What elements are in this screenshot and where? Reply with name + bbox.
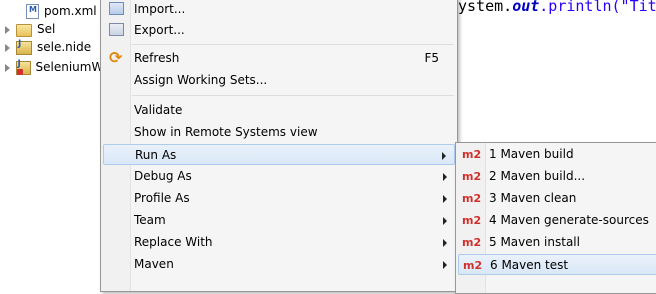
tree-item-pom-xml[interactable]: pom.xml	[0, 2, 110, 20]
menu-item-assign-working-sets[interactable]: Assign Working Sets...	[103, 70, 455, 91]
project-error-icon	[15, 59, 31, 75]
menu-item-label: Team	[134, 213, 166, 227]
code-keyword: out	[512, 0, 540, 15]
submenu-item-label: 3 Maven clean	[489, 191, 577, 205]
submenu-item-maven-test[interactable]: m2 6 Maven test	[458, 254, 656, 275]
menu-separator	[132, 44, 454, 45]
submenu-arrow-icon	[443, 239, 447, 247]
menu-item-import[interactable]: Import...	[103, 0, 455, 20]
tree-item-label: pom.xml	[44, 4, 97, 18]
menu-item-label: Validate	[134, 103, 183, 117]
editor-code-line[interactable]: ystem.out.println("Tit	[458, 0, 656, 19]
tree-item-label: Sel	[37, 22, 56, 36]
tree-item-seleniumwe[interactable]: SeleniumWe	[0, 58, 110, 76]
submenu-arrow-icon	[443, 173, 447, 181]
maven-m2-icon: m2	[462, 236, 482, 249]
submenu-arrow-icon	[443, 261, 447, 269]
menu-item-show-in-remote-systems[interactable]: Show in Remote Systems view	[103, 122, 455, 143]
menu-item-label: Import...	[134, 2, 186, 16]
menu-shortcut: F5	[424, 51, 439, 65]
project-explorer: pom.xml Sel sele.nide SeleniumWe	[0, 0, 110, 283]
menu-item-label: Assign Working Sets...	[134, 73, 268, 87]
menu-item-label: Debug As	[134, 169, 192, 183]
submenu-arrow-icon	[443, 217, 447, 225]
menu-item-label: Show in Remote Systems view	[134, 125, 318, 139]
menu-item-label: Replace With	[134, 235, 213, 249]
menu-item-label: Maven	[134, 257, 174, 271]
maven-m2-icon: m2	[462, 214, 482, 227]
submenu-item-maven-build-dialog[interactable]: m2 2 Maven build...	[458, 166, 656, 187]
menu-item-validate[interactable]: Validate	[103, 100, 455, 121]
maven-pom-file-icon	[26, 3, 39, 19]
menu-item-replace-with[interactable]: Replace With	[103, 232, 455, 253]
menu-item-profile-as[interactable]: Profile As	[103, 188, 455, 209]
tree-item-label: sele.nide	[37, 40, 92, 54]
export-icon	[109, 23, 124, 36]
menu-item-run-as[interactable]: Run As	[103, 144, 455, 165]
submenu-item-maven-install[interactable]: m2 5 Maven install	[458, 232, 656, 253]
submenu-item-maven-generate-sources[interactable]: m2 4 Maven generate-sources	[458, 210, 656, 231]
refresh-icon	[109, 48, 125, 67]
maven-m2-icon: m2	[462, 148, 482, 161]
expand-arrow-icon[interactable]	[4, 63, 11, 72]
expand-arrow-icon[interactable]	[4, 43, 11, 52]
submenu-item-label: 6 Maven test	[490, 258, 569, 272]
tree-item-label: SeleniumWe	[35, 60, 111, 74]
import-icon	[109, 2, 124, 15]
tree-item-sele-nide[interactable]: sele.nide	[0, 38, 110, 56]
code-text: .println("Tit	[539, 0, 656, 15]
run-as-submenu: m2 1 Maven build m2 2 Maven build... m2 …	[455, 142, 656, 294]
folder-icon	[16, 23, 32, 37]
menu-item-debug-as[interactable]: Debug As	[103, 166, 455, 187]
menu-item-label: Profile As	[134, 191, 190, 205]
menu-item-label: Run As	[135, 148, 177, 162]
submenu-arrow-icon	[442, 152, 446, 160]
menu-item-label: Refresh	[134, 51, 180, 65]
expand-arrow-icon[interactable]	[4, 25, 11, 34]
submenu-item-maven-build[interactable]: m2 1 Maven build	[458, 144, 656, 165]
submenu-item-maven-clean[interactable]: m2 3 Maven clean	[458, 188, 656, 209]
submenu-item-label: 1 Maven build	[489, 147, 574, 161]
project-icon	[16, 39, 32, 55]
context-menu: Import... Export... Refresh F5 Assign Wo…	[100, 0, 458, 292]
submenu-item-label: 2 Maven build...	[489, 169, 586, 183]
menu-item-export[interactable]: Export...	[103, 20, 455, 41]
maven-m2-icon: m2	[463, 259, 483, 272]
menu-item-refresh[interactable]: Refresh F5	[103, 48, 455, 69]
submenu-item-label: 4 Maven generate-sources	[489, 213, 649, 227]
menu-item-label: Export...	[134, 23, 185, 37]
menu-separator	[132, 95, 454, 96]
menu-item-team[interactable]: Team	[103, 210, 455, 231]
code-text: ystem.	[458, 0, 513, 15]
maven-m2-icon: m2	[462, 192, 482, 205]
submenu-arrow-icon	[443, 195, 447, 203]
maven-m2-icon: m2	[462, 170, 482, 183]
tree-item-sel[interactable]: Sel	[0, 20, 110, 38]
menu-item-maven[interactable]: Maven	[103, 254, 455, 275]
submenu-item-label: 5 Maven install	[489, 235, 580, 249]
